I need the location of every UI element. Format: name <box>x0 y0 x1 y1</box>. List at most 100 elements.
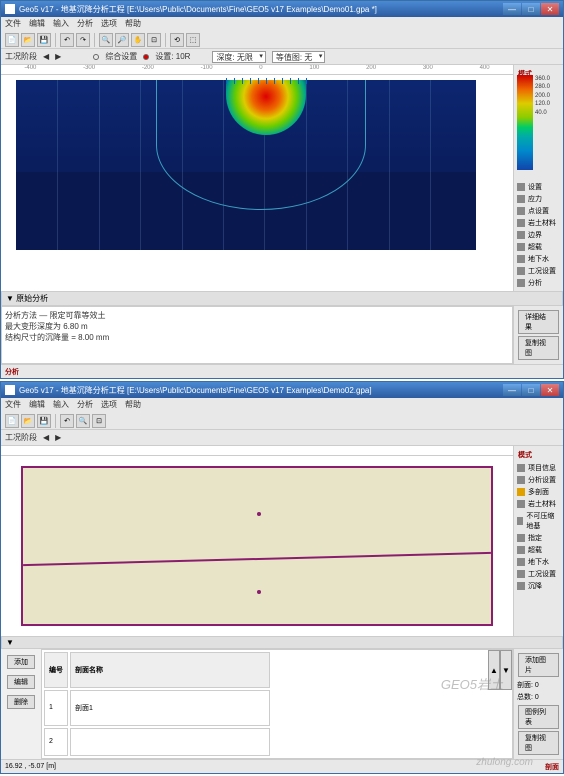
radio-1-label[interactable]: 综合设置 <box>105 51 137 62</box>
mode-water[interactable]: 地下水 <box>516 556 561 568</box>
delete-button[interactable]: 删除 <box>7 695 35 709</box>
profile-count: 剖面: 0 <box>516 679 561 691</box>
mode-points[interactable]: 点设置 <box>516 205 561 217</box>
detail-result-button[interactable]: 详细结果 <box>518 310 559 334</box>
canvas-area[interactable] <box>1 446 513 636</box>
marker-1[interactable] <box>257 512 261 516</box>
close-button[interactable]: ✕ <box>541 384 559 396</box>
add-picture-button[interactable]: 添加图片 <box>518 653 559 677</box>
mode-assign[interactable]: 指定 <box>516 532 561 544</box>
mode-analyze[interactable]: 分析 <box>516 277 561 289</box>
menu-input[interactable]: 输入 <box>53 18 69 30</box>
depth-dropdown[interactable]: 深度: 无限 <box>212 51 265 63</box>
menu-help[interactable]: 帮助 <box>125 18 141 30</box>
tb-undo[interactable]: ↶ <box>60 33 74 47</box>
failure-surface <box>156 80 366 210</box>
radio-2[interactable] <box>143 54 149 60</box>
copy-view-button[interactable]: 复制视图 <box>518 731 559 755</box>
move-up-button[interactable]: ▲ <box>488 650 500 690</box>
col-name[interactable]: 剖面名称 <box>70 652 270 688</box>
titlebar[interactable]: Geo5 v17 - 地基沉降分析工程 [E:\Users\Public\Doc… <box>1 382 563 398</box>
surface-load <box>226 78 306 86</box>
titlebar[interactable]: Geo5 v17 - 地基沉降分析工程 [E:\Users\Public\Doc… <box>1 1 563 17</box>
phase-prev[interactable]: ◀ <box>43 52 49 61</box>
phase-next[interactable]: ▶ <box>55 52 61 61</box>
tb-zoom[interactable]: 🔍 <box>76 414 90 428</box>
menu-analysis[interactable]: 分析 <box>77 399 93 411</box>
maximize-button[interactable]: □ <box>522 384 540 396</box>
legend-list-button[interactable]: 图例列表 <box>518 705 559 729</box>
mode-boundary[interactable]: 边界 <box>516 229 561 241</box>
geology-canvas[interactable] <box>1 456 513 636</box>
result-line-1: 分析方法 — 限定可靠等效土 <box>5 310 509 321</box>
mode-settlement[interactable]: 沉降 <box>516 580 561 592</box>
ruler-horizontal <box>1 446 513 456</box>
mode-settings[interactable]: 分析设置 <box>516 474 561 486</box>
tb-new[interactable]: 📄 <box>5 33 19 47</box>
tb-sel[interactable]: ⬚ <box>186 33 200 47</box>
close-button[interactable]: ✕ <box>541 3 559 15</box>
mode-project[interactable]: 项目信息 <box>516 462 561 474</box>
table-row: 1剖面1 <box>44 690 270 726</box>
copy-view-button[interactable]: 复制视图 <box>518 336 559 360</box>
phase-prev[interactable]: ◀ <box>43 433 49 442</box>
minimize-button[interactable]: — <box>503 384 521 396</box>
menu-options[interactable]: 选项 <box>101 399 117 411</box>
edit-button[interactable]: 编辑 <box>7 675 35 689</box>
status-bar: 分析 <box>1 364 563 378</box>
tb-fit[interactable]: ⊡ <box>92 414 106 428</box>
col-num[interactable]: 编号 <box>44 652 68 688</box>
radio-1[interactable] <box>93 54 99 60</box>
add-button[interactable]: 添加 <box>7 655 35 669</box>
ruler-horizontal: -400-300-200-1000100200300400 <box>1 65 513 75</box>
mode-phase[interactable]: 工况设置 <box>516 265 561 277</box>
color-legend <box>517 75 533 170</box>
mode-stress[interactable]: 应力 <box>516 193 561 205</box>
tb-redo[interactable]: ↷ <box>76 33 90 47</box>
tb-fit[interactable]: ⊡ <box>147 33 161 47</box>
menu-input[interactable]: 输入 <box>53 399 69 411</box>
tb-rotate[interactable]: ⟲ <box>170 33 184 47</box>
mode-incompressible[interactable]: 不可压缩地基 <box>516 510 561 532</box>
menu-help[interactable]: 帮助 <box>125 399 141 411</box>
mode-soil[interactable]: 岩土材料 <box>516 217 561 229</box>
move-down-button[interactable]: ▼ <box>500 650 512 690</box>
marker-2[interactable] <box>257 590 261 594</box>
coords: 16.92 , -5.07 [m] <box>5 763 56 770</box>
mode-phase[interactable]: 工况设置 <box>516 568 561 580</box>
canvas-area[interactable]: -400-300-200-1000100200300400 <box>1 65 513 291</box>
simulation-plot[interactable] <box>1 75 513 265</box>
menu-file[interactable]: 文件 <box>5 399 21 411</box>
menu-analysis[interactable]: 分析 <box>77 18 93 30</box>
result-line-3: 结构尺寸的沉降量 = 8.00 mm <box>5 332 509 343</box>
collapse-header[interactable]: ▼ <box>1 636 563 649</box>
mode-surcharge[interactable]: 超载 <box>516 544 561 556</box>
menu-options[interactable]: 选项 <box>101 18 117 30</box>
phase-next[interactable]: ▶ <box>55 433 61 442</box>
mode-soils[interactable]: 岩土材料 <box>516 498 561 510</box>
minimize-button[interactable]: — <box>503 3 521 15</box>
mode-water[interactable]: 地下水 <box>516 253 561 265</box>
tb-undo[interactable]: ↶ <box>60 414 74 428</box>
tb-save[interactable]: 💾 <box>37 414 51 428</box>
tb-zoom-out[interactable]: 🔎 <box>115 33 129 47</box>
radio-2-label[interactable]: 设置: 10R <box>155 51 190 62</box>
mode-profiles[interactable]: 多剖面 <box>516 486 561 498</box>
tb-zoom-in[interactable]: 🔍 <box>99 33 113 47</box>
tb-save[interactable]: 💾 <box>37 33 51 47</box>
mode-settings[interactable]: 设置 <box>516 181 561 193</box>
menu-edit[interactable]: 编辑 <box>29 18 45 30</box>
maximize-button[interactable]: □ <box>522 3 540 15</box>
tb-pan[interactable]: ✋ <box>131 33 145 47</box>
tb-open[interactable]: 📂 <box>21 414 35 428</box>
result-line-2: 最大变形深度为 6.80 m <box>5 321 509 332</box>
collapse-header[interactable]: ▼ 原始分析 <box>1 291 563 306</box>
results-panel: 分析方法 — 限定可靠等效土 最大变形深度为 6.80 m 结构尺寸的沉降量 =… <box>1 306 513 364</box>
profile-table[interactable]: 编号剖面名称 1剖面1 2 <box>42 650 272 758</box>
tb-open[interactable]: 📂 <box>21 33 35 47</box>
mode-surcharge[interactable]: 超载 <box>516 241 561 253</box>
menu-edit[interactable]: 编辑 <box>29 399 45 411</box>
tb-new[interactable]: 📄 <box>5 414 19 428</box>
menu-file[interactable]: 文件 <box>5 18 21 30</box>
contour-dropdown[interactable]: 等值图: 无 <box>272 51 325 63</box>
